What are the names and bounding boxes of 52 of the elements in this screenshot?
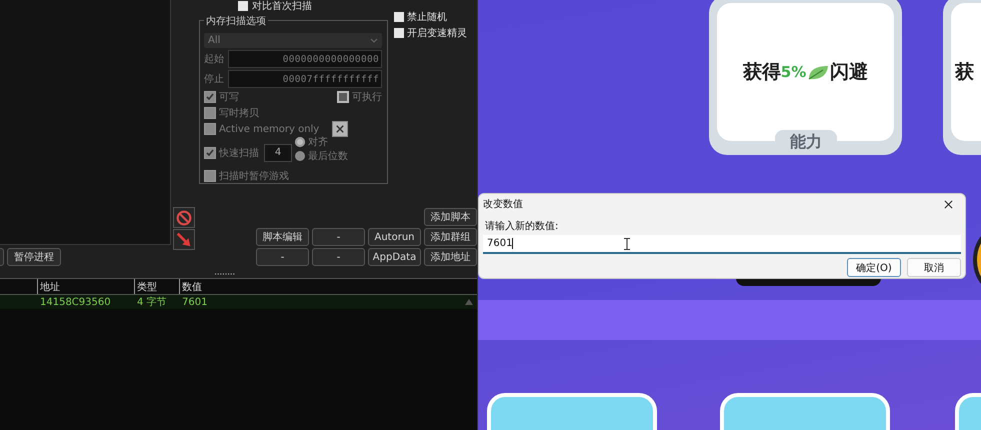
toolbar-button[interactable]: 添加地址 — [424, 248, 477, 266]
type-cell-text: 4 字节 — [136, 296, 168, 309]
toolbar-button[interactable]: 脚本编辑 — [256, 228, 309, 246]
table-row[interactable]: 14158C93560 4 字节 7601 — [0, 295, 477, 309]
x-icon — [336, 125, 344, 134]
dialog-button[interactable]: 确定(O) — [847, 258, 901, 277]
value-cell-text: 7601 — [181, 296, 208, 309]
card-text: 获 — [955, 60, 974, 85]
address-cell-text: 14158C93560 — [39, 296, 112, 309]
group-title: 内存扫描选项 — [204, 14, 268, 28]
pause-process-button[interactable]: 暂停进程 — [7, 248, 61, 266]
checkbox-label: 开启变速精灵 — [407, 26, 467, 40]
column-header[interactable]: 地址 — [38, 279, 135, 294]
ability-card[interactable]: 获 — [943, 0, 981, 155]
dialog-button[interactable]: 取消 — [907, 258, 961, 277]
dialog-title: 改变数值 — [483, 198, 523, 211]
card-text: 闪避 — [830, 60, 868, 85]
field-label: 停止 — [204, 72, 224, 86]
checkbox-label: 扫描时暂停游戏 — [219, 170, 289, 183]
toolbar-button[interactable]: - — [312, 248, 365, 266]
checkbox[interactable] — [394, 28, 404, 38]
checkbox-label: Active memory only — [219, 124, 320, 135]
checkbox[interactable] — [238, 1, 248, 11]
checkbox-label: 可写 — [219, 91, 239, 104]
card-text: 获得 — [742, 60, 781, 85]
percent-text: 5% — [780, 63, 806, 81]
column-header[interactable]: 类型 — [135, 279, 180, 294]
chevron-icon — [370, 38, 378, 44]
toolbar-button[interactable]: - — [256, 248, 309, 266]
checkbox-label: 禁止随机 — [407, 10, 447, 24]
ability-card[interactable]: 获得5% 闪避 能力 — [709, 0, 902, 155]
close-icon[interactable] — [944, 200, 953, 208]
toolbar-button[interactable]: 添加群组 — [424, 228, 477, 246]
checkbox-label: 写时拷贝 — [219, 106, 259, 120]
radio-label: 最后位数 — [308, 150, 348, 163]
value-input[interactable]: 7601 — [483, 235, 961, 254]
checkbox-label: 对比首次扫描 — [252, 0, 312, 13]
field-label: 起始 — [204, 52, 224, 66]
prompt-label: 请输入新的数值: — [485, 220, 560, 233]
toolbar-button[interactable]: AppData — [368, 248, 421, 266]
checkbox-label: 快速扫描 — [219, 146, 259, 160]
scroll-up-icon[interactable] — [465, 299, 473, 305]
checkbox[interactable] — [394, 12, 404, 22]
radio-label: 对齐 — [308, 136, 328, 149]
toolbar-button[interactable]: 添加脚本 — [424, 208, 477, 226]
toolbar-button[interactable]: Autorun — [368, 228, 421, 246]
toolbar-button[interactable]: - — [312, 228, 365, 246]
splitter-handle-icon[interactable] — [212, 273, 234, 275]
checkbox-label: 可执行 — [352, 90, 382, 104]
text-cursor-icon — [624, 238, 630, 250]
no-entry-icon[interactable] — [173, 207, 195, 228]
column-header[interactable]: 数值 — [180, 279, 477, 294]
